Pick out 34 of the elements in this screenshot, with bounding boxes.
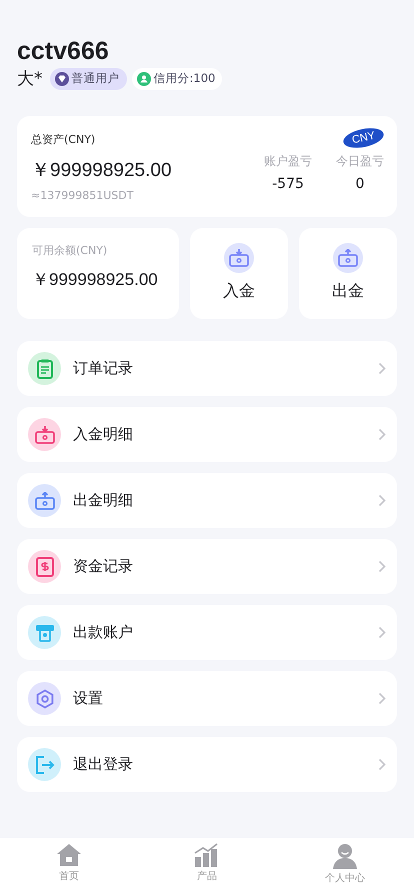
total-assets-amount: ￥999998925.00	[31, 159, 172, 183]
fund-action-button[interactable]: 出金	[299, 228, 397, 319]
chevron-right-icon	[378, 758, 386, 771]
chevron-right-icon	[378, 362, 386, 375]
stat-value: -575	[272, 176, 304, 192]
username: cctv666	[17, 36, 110, 66]
menu-item[interactable]: 退出登录	[17, 737, 397, 792]
menu-item[interactable]: 订单记录	[17, 341, 397, 396]
home-icon	[56, 843, 82, 867]
stat-label: 账户盈亏	[264, 153, 312, 170]
bar-chart-icon	[194, 843, 220, 867]
total-assets-label: 总资产(CNY)	[31, 132, 96, 147]
usdt-equivalent: ≈137999851USDT	[31, 189, 134, 202]
balance-label: 可用余额(CNY)	[32, 243, 108, 258]
chevron-right-icon	[378, 428, 386, 441]
stat-value: 0	[356, 176, 364, 192]
fund-action-button[interactable]: 入金	[190, 228, 288, 319]
stat-label: 今日盈亏	[336, 153, 384, 170]
balance-amount: ￥999998925.00	[32, 269, 159, 291]
menu-item[interactable]: 设置	[17, 671, 397, 726]
menu-item[interactable]: 出金明细	[17, 473, 397, 528]
chevron-right-icon	[378, 692, 386, 705]
chevron-right-icon	[378, 560, 386, 573]
credit-score-text: 信用分:100	[154, 71, 216, 86]
upload-tray-icon	[338, 249, 358, 267]
user-name: 大*	[17, 68, 42, 90]
download-tray-icon	[229, 249, 249, 267]
menu-item[interactable]: 出款账户	[17, 605, 397, 660]
chevron-right-icon	[378, 626, 386, 639]
person-icon	[332, 843, 358, 869]
menu-item[interactable]: 资金记录	[17, 539, 397, 594]
chevron-right-icon	[378, 494, 386, 507]
level-text: 普通用户	[72, 71, 120, 86]
menu-item[interactable]: 入金明细	[17, 407, 397, 462]
